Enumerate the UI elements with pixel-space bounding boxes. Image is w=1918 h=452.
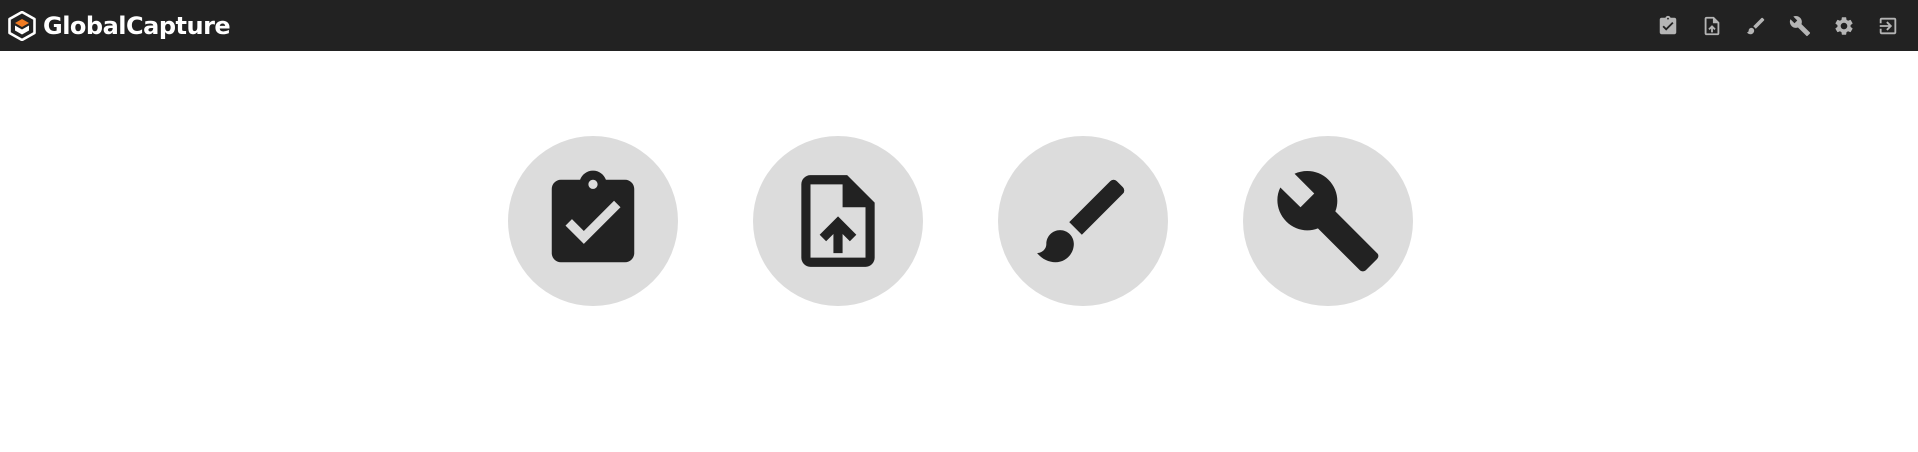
wrench-icon (1789, 15, 1811, 37)
tile-menu (508, 136, 1413, 306)
gear-icon (1833, 15, 1855, 37)
nav-wrench-button[interactable] (1778, 0, 1822, 51)
nav-upload-button[interactable] (1690, 0, 1734, 51)
globalcapture-logo-icon (8, 10, 36, 41)
brush-icon (1028, 166, 1138, 276)
file-upload-icon (1701, 15, 1723, 37)
brush-icon (1745, 15, 1767, 37)
top-navbar: GlobalCapture (0, 0, 1918, 51)
clipboard-check-icon (1657, 15, 1679, 37)
file-upload-icon (783, 166, 893, 276)
tile-upload[interactable] (753, 136, 923, 306)
tile-capture[interactable] (508, 136, 678, 306)
tile-tools[interactable] (1243, 136, 1413, 306)
nav-logout-button[interactable] (1866, 0, 1910, 51)
logout-icon (1877, 15, 1899, 37)
main-content (0, 51, 1918, 452)
nav-clipboard-button[interactable] (1646, 0, 1690, 51)
brand[interactable]: GlobalCapture (8, 0, 231, 51)
brand-name: GlobalCapture (43, 11, 231, 40)
wrench-icon (1273, 166, 1383, 276)
nav-brush-button[interactable] (1734, 0, 1778, 51)
nav-settings-button[interactable] (1822, 0, 1866, 51)
tile-design[interactable] (998, 136, 1168, 306)
clipboard-check-icon (538, 166, 648, 276)
header-toolbar (1646, 0, 1910, 51)
